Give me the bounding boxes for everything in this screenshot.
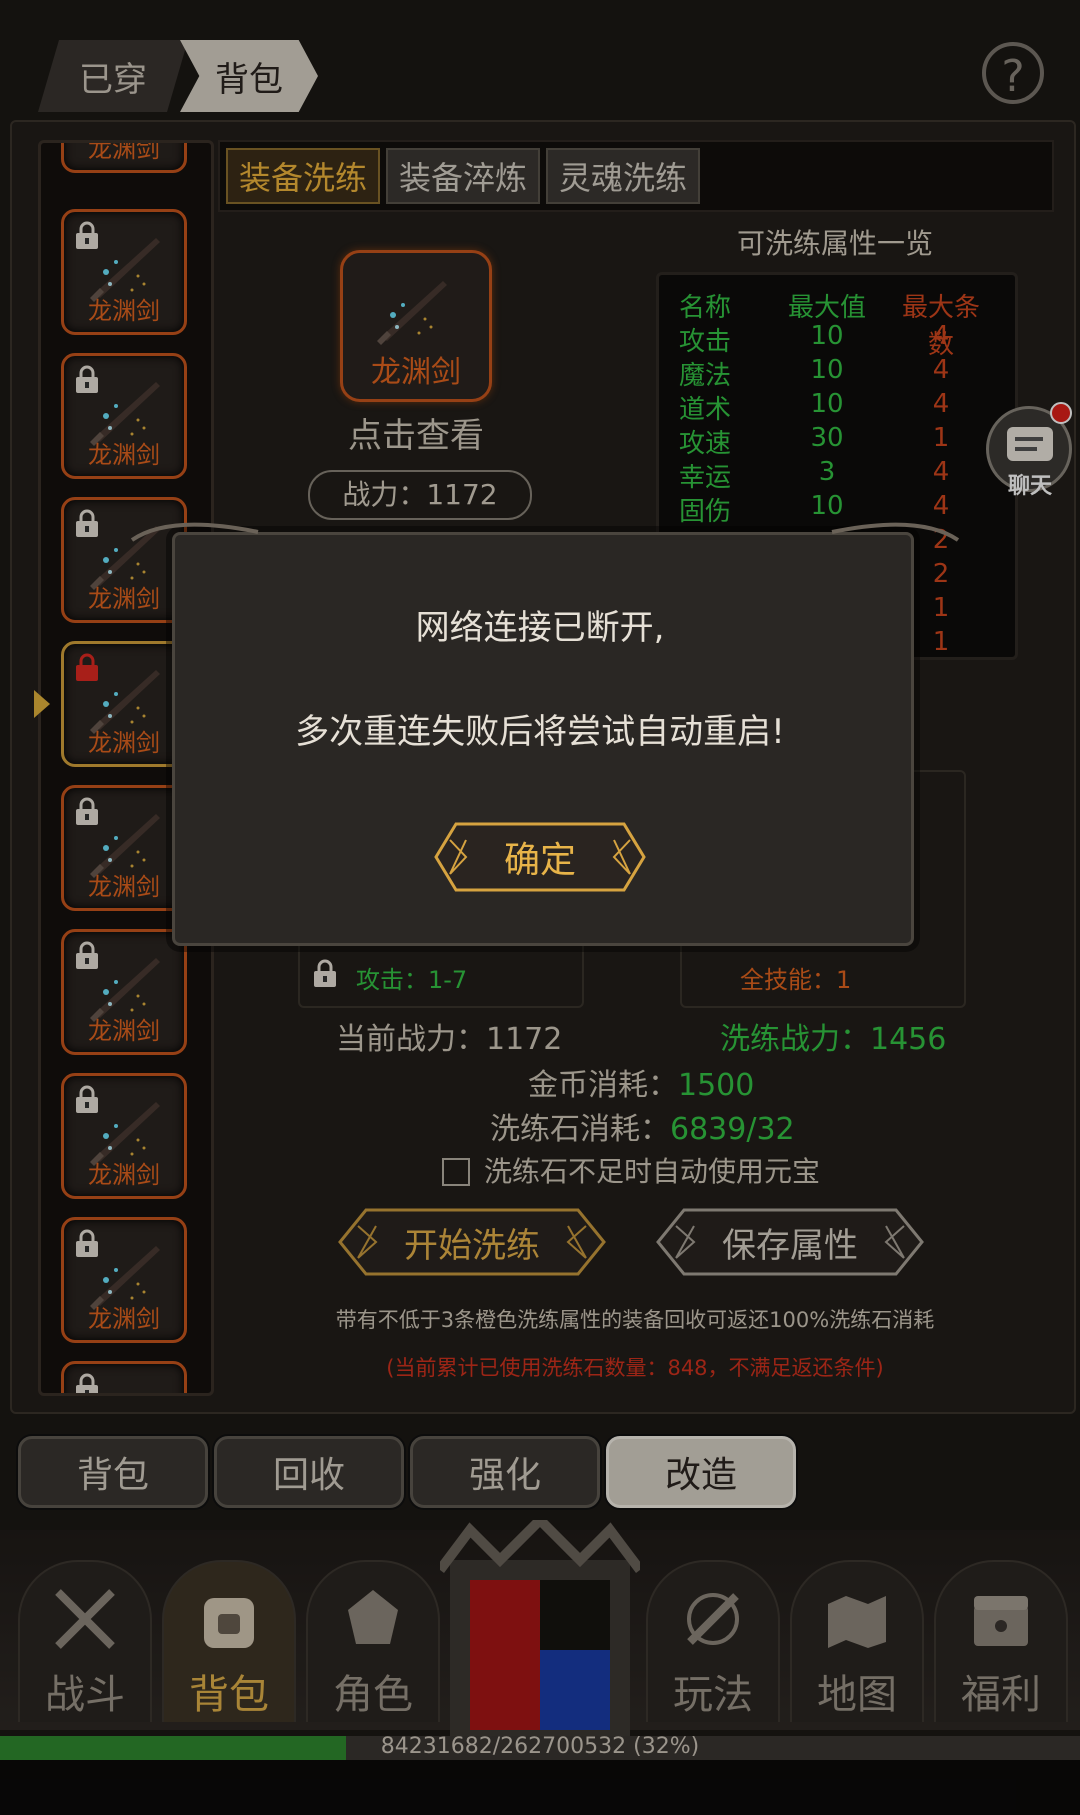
dialog-ornament-left-icon xyxy=(130,522,259,542)
confirm-label: 确定 xyxy=(503,840,576,881)
confirm-button[interactable]: 确定 xyxy=(432,820,648,894)
dialog-message-line1: 网络连接已断开, xyxy=(415,608,665,648)
dialog-message-line2: 多次重连失败后将尝试自动重启! xyxy=(295,712,785,752)
dialog-ornament-right-icon xyxy=(831,522,960,542)
